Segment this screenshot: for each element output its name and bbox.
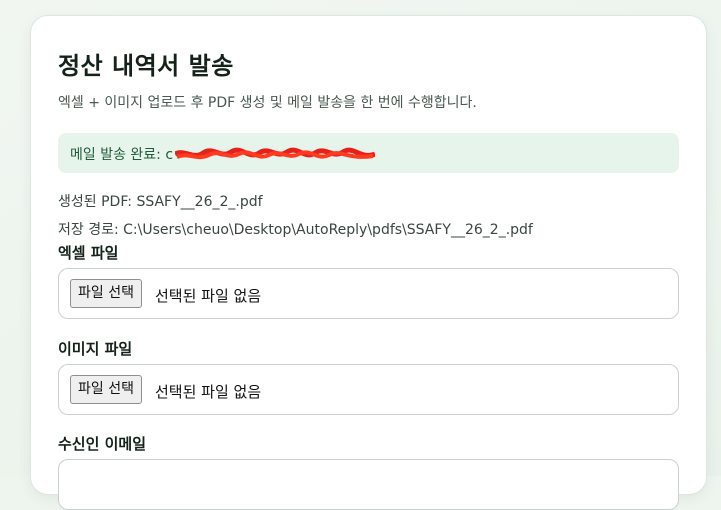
image-file-status: 선택된 파일 없음 xyxy=(155,383,262,401)
save-path-text: 저장 경로: C:\Users\cheuo\Desktop\AutoReply\… xyxy=(58,222,533,238)
success-alert: 메일 발송 완료: c xyxy=(58,133,679,173)
image-file-input[interactable]: 파일 선택 선택된 파일 없음 xyxy=(58,364,679,415)
excel-file-select-button[interactable]: 파일 선택 xyxy=(70,279,142,308)
redaction-scribble xyxy=(175,147,376,161)
page-title: 정산 내역서 발송 xyxy=(58,52,234,80)
excel-file-status: 선택된 파일 없음 xyxy=(155,287,262,305)
main-card: 정산 내역서 발송 엑셀 + 이미지 업로드 후 PDF 생성 및 메일 발송을… xyxy=(30,15,707,510)
alert-label: 메일 발송 완료: xyxy=(70,147,166,163)
page-subtitle: 엑셀 + 이미지 업로드 후 PDF 생성 및 메일 발송을 한 번에 수행합니… xyxy=(58,95,477,111)
alert-recipient: c xyxy=(165,147,174,163)
excel-file-input[interactable]: 파일 선택 선택된 파일 없음 xyxy=(58,268,679,319)
image-file-select-button[interactable]: 파일 선택 xyxy=(70,375,142,404)
recipient-email-label: 수신인 이메일 xyxy=(58,435,147,453)
generated-pdf-text: 생성된 PDF: SSAFY__26_2_.pdf xyxy=(58,194,263,210)
image-file-label: 이미지 파일 xyxy=(58,340,133,358)
excel-file-label: 엑셀 파일 xyxy=(58,244,119,262)
recipient-email-field[interactable] xyxy=(58,459,679,510)
